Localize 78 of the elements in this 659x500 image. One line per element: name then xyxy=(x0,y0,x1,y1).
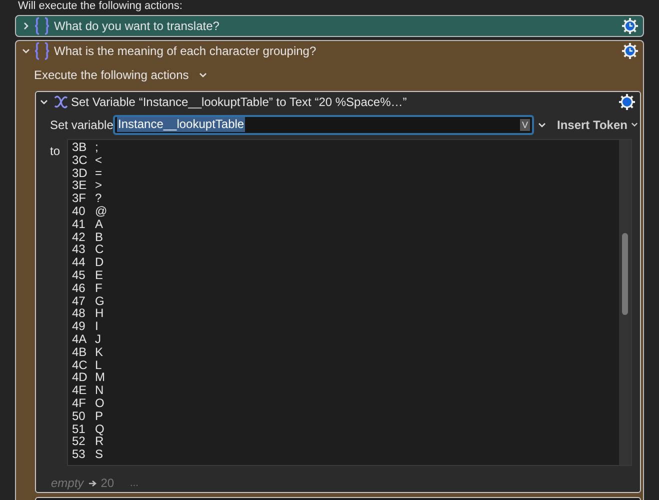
dropdown-caret-icon[interactable] xyxy=(198,71,207,79)
gear-clock-icon[interactable] xyxy=(621,42,639,60)
character: E xyxy=(95,268,104,282)
character: F xyxy=(95,282,102,295)
disclosure-chevron-icon[interactable] xyxy=(40,98,48,106)
hex-code: 41 xyxy=(72,218,86,231)
disclosure-chevron-icon[interactable] xyxy=(22,22,30,30)
hex-code: 3E xyxy=(72,179,88,192)
character: > xyxy=(95,179,102,192)
group-title: What is the meaning of each character grouping? xyxy=(54,43,318,60)
character: M xyxy=(95,371,105,384)
hex-code: 3F xyxy=(72,192,88,205)
character: Q xyxy=(95,422,104,436)
character: H xyxy=(95,307,104,320)
variable-badge[interactable]: V xyxy=(520,118,530,131)
character: I xyxy=(95,320,98,333)
hex-code: 49 xyxy=(72,320,86,333)
hex-code: 44 xyxy=(72,256,86,269)
character: J xyxy=(95,332,101,346)
character: < xyxy=(95,154,102,167)
hex-code: 3D xyxy=(72,166,88,180)
hex-code: 43 xyxy=(72,243,86,256)
character: ? xyxy=(95,192,102,205)
character: ; xyxy=(95,141,98,154)
variable-input-field[interactable]: Instance__lookuptTable V xyxy=(113,114,534,135)
hex-code: 45 xyxy=(72,268,86,282)
hex-code: 42 xyxy=(72,230,86,244)
gear-icon[interactable] xyxy=(618,93,636,112)
character: R xyxy=(95,435,104,448)
set-variable-label: Set variable xyxy=(50,116,113,134)
character: A xyxy=(95,218,104,231)
character: L xyxy=(95,358,102,372)
insert-token-button[interactable]: Insert Token xyxy=(557,116,638,134)
character: N xyxy=(95,384,104,397)
ellipsis-text: ... xyxy=(130,476,138,490)
hex-code: 4E xyxy=(72,384,88,397)
hex-code: 47 xyxy=(72,294,86,308)
default-value: 20 xyxy=(100,475,114,492)
hex-code: 50 xyxy=(72,410,86,423)
character: K xyxy=(95,346,104,359)
character: G xyxy=(95,294,104,308)
empty-label: empty xyxy=(51,475,84,492)
hex-code: 53 xyxy=(72,448,86,461)
hex-code: 40 xyxy=(72,204,86,218)
curly-braces-icon xyxy=(34,42,50,60)
script-x-icon xyxy=(53,94,69,110)
character: = xyxy=(95,166,102,180)
hex-code: 4A xyxy=(72,332,88,346)
character: @ xyxy=(95,204,108,218)
character: O xyxy=(95,396,104,410)
hex-code: 4D xyxy=(72,371,88,384)
character: S xyxy=(95,448,104,461)
hex-code: 52 xyxy=(72,435,86,448)
curly-braces-icon xyxy=(34,17,50,35)
caret-icon xyxy=(631,121,638,128)
character: P xyxy=(95,410,104,423)
arrow-icon xyxy=(88,478,97,488)
to-label: to xyxy=(50,143,62,160)
hex-code: 4F xyxy=(72,396,88,410)
hex-code: 48 xyxy=(72,307,86,320)
text-area[interactable]: 3B ; 3C < 3D = 3E > 3F ? 40 @ 41 A 42 B 43 C 44 D 45 E 46 F 47 G 48 H 49 I 4A J 4B K 4C L 4D M 4E N 4F O 50 P 51 Q 52 R 53 S xyxy=(67,139,632,466)
variable-menu-caret-icon[interactable] xyxy=(538,120,546,129)
hex-code: 51 xyxy=(72,422,86,436)
hex-code: 4C xyxy=(72,358,88,372)
hex-code: 3C xyxy=(72,154,88,167)
header-text: Will execute the following actions: xyxy=(17,0,184,12)
character: D xyxy=(95,256,104,269)
hex-code: 46 xyxy=(72,282,86,295)
group-title: What do you want to translate? xyxy=(54,18,220,35)
character: B xyxy=(95,230,104,244)
hex-code: 3B xyxy=(72,141,88,154)
gear-clock-icon[interactable] xyxy=(621,17,639,35)
character: C xyxy=(95,243,104,256)
scrollbar[interactable] xyxy=(619,140,631,465)
disclosure-chevron-icon[interactable] xyxy=(22,47,30,55)
execute-label: Execute the following actions xyxy=(34,67,189,84)
action-title: Set Variable “Instance__lookuptTable” to Text “20 %Space%…” xyxy=(71,94,408,112)
hex-code: 4B xyxy=(72,346,88,359)
